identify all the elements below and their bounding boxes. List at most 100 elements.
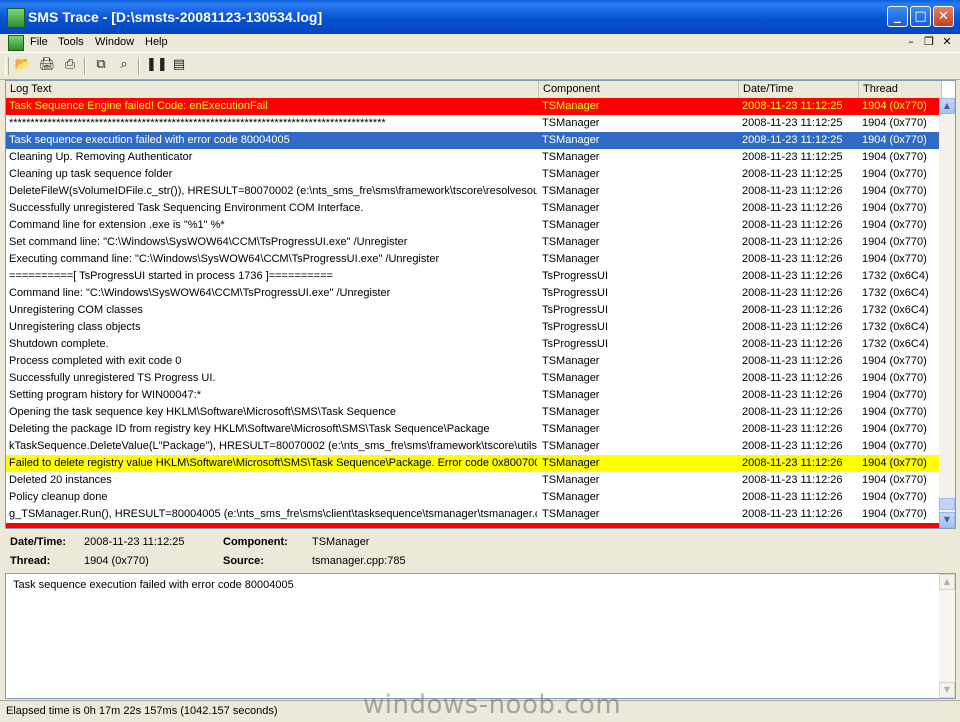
log-grid[interactable]: Log Text Component Date/Time Thread Task… <box>5 80 956 529</box>
copy-icon[interactable]: ⧉ <box>92 56 110 74</box>
log-row[interactable] <box>6 523 939 528</box>
scroll-down-button[interactable]: ▼ <box>939 512 955 528</box>
toolbar: 📂 🖨 ⎙ ⧉ ⌕ ❚❚ ▤ <box>0 52 960 80</box>
menu-window[interactable]: Window <box>95 36 134 48</box>
log-row[interactable]: Unregistering COM classes TsProgressUI 200… <box>6 302 939 319</box>
mdi-minimize-button[interactable]: – <box>904 35 918 48</box>
minimize-button[interactable]: _ <box>887 6 908 27</box>
log-row[interactable]: ****************************************… <box>6 115 939 132</box>
window-title: SMS Trace - [D:\smsts-20081123-130534.lo… <box>28 9 323 25</box>
log-row[interactable]: ==========[ TsProgressUI started in proc… <box>6 268 939 285</box>
log-text-cell: ==========[ TsProgressUI started in proc… <box>9 270 333 282</box>
log-rows: Task Sequence Engine failed! Code: enExe… <box>6 98 939 528</box>
toolbar-grip[interactable] <box>5 57 9 75</box>
datetime-cell: 2008-11-23 11:12:26 <box>742 321 843 333</box>
component-cell: TSManager <box>542 117 600 129</box>
thread-cell: 1904 (0x770) <box>862 389 927 401</box>
log-text-cell: Policy cleanup done <box>9 491 108 503</box>
log-text-cell: Setting program history for WIN00047:* <box>9 389 201 401</box>
datetime-cell: 2008-11-23 11:12:26 <box>742 508 843 520</box>
log-row[interactable]: Task Sequence Engine failed! Code: enExe… <box>6 98 939 115</box>
log-row[interactable]: Setting program history for WIN00047:* TS… <box>6 387 939 404</box>
log-row[interactable]: Opening the task sequence key HKLM\Softw… <box>6 404 939 421</box>
log-row[interactable]: Deleted 20 instances TSManager 2008-11-23 … <box>6 472 939 489</box>
log-row[interactable]: Executing command line: "C:\Windows\SysW… <box>6 251 939 268</box>
log-row[interactable]: Failed to delete registry value HKLM\Sof… <box>6 455 939 472</box>
highlight-icon[interactable]: ▤ <box>170 56 188 74</box>
log-row[interactable]: Successfully unregistered TS Progress UI… <box>6 370 939 387</box>
log-row[interactable]: Deleting the package ID from registry ke… <box>6 421 939 438</box>
menu-tools[interactable]: Tools <box>58 36 84 48</box>
column-header-log-text[interactable]: Log Text <box>6 81 539 98</box>
message-box[interactable]: Task sequence execution failed with erro… <box>5 573 956 699</box>
component-cell: TSManager <box>542 389 600 401</box>
component-cell: TSManager <box>542 236 600 248</box>
print-preview-icon[interactable]: 🖨 <box>38 56 56 74</box>
log-text-cell: g_TSManager.Run(), HRESULT=80004005 (e:\… <box>9 508 537 520</box>
log-text-cell: Shutdown complete. <box>9 338 109 350</box>
datetime-cell: 2008-11-23 11:12:26 <box>742 372 843 384</box>
watermark: windows-noob.com <box>363 690 622 720</box>
log-row[interactable]: Task sequence execution failed with erro… <box>6 132 939 149</box>
component-cell: TSManager <box>542 474 600 486</box>
scroll-thumb[interactable] <box>939 498 955 510</box>
log-row[interactable]: Unregistering class objects TsProgressUI 2… <box>6 319 939 336</box>
datetime-cell: 2008-11-23 11:12:26 <box>742 491 843 503</box>
log-row[interactable]: Cleaning Up. Removing Authenticator TSMan… <box>6 149 939 166</box>
log-row[interactable]: Successfully unregistered Task Sequencin… <box>6 200 939 217</box>
log-row[interactable]: Command line: "C:\Windows\SysWOW64\CCM\T… <box>6 285 939 302</box>
thread-cell: 1904 (0x770) <box>862 202 927 214</box>
component-cell: TSManager <box>542 406 600 418</box>
document-icon[interactable] <box>8 35 24 51</box>
grid-scrollbar[interactable]: ▲ ▼ <box>939 98 955 528</box>
log-row[interactable]: kTaskSequence.DeleteValue(L"Package"), H… <box>6 438 939 455</box>
message-scrollbar[interactable]: ▲ ▼ <box>939 574 955 698</box>
datetime-label: Date/Time: <box>10 536 67 548</box>
component-cell: TSManager <box>542 457 600 469</box>
datetime-cell: 2008-11-23 11:12:26 <box>742 304 843 316</box>
maximize-button[interactable]: □ <box>910 6 931 27</box>
log-row[interactable]: g_TSManager.Run(), HRESULT=80004005 (e:\… <box>6 506 939 523</box>
menu-file[interactable]: File <box>30 36 48 48</box>
datetime-cell: 2008-11-23 11:12:26 <box>742 219 843 231</box>
column-header-datetime[interactable]: Date/Time <box>739 81 859 98</box>
datetime-cell: 2008-11-23 11:12:26 <box>742 389 843 401</box>
datetime-cell: 2008-11-23 11:12:25 <box>742 117 843 129</box>
log-row[interactable]: DeleteFileW(sVolumeIDFile.c_str()), HRES… <box>6 183 939 200</box>
message-scroll-up-button[interactable]: ▲ <box>939 574 955 590</box>
component-cell: TSManager <box>542 423 600 435</box>
log-row[interactable]: Cleaning up task sequence folder TSManage… <box>6 166 939 183</box>
mdi-close-button[interactable]: ✕ <box>940 35 954 48</box>
message-text: Task sequence execution failed with erro… <box>13 579 294 591</box>
log-row[interactable]: Policy cleanup done TSManager 2008-11-23 1… <box>6 489 939 506</box>
find-icon[interactable]: ⌕ <box>115 56 133 74</box>
log-row[interactable]: Command line for extension .exe is "%1" … <box>6 217 939 234</box>
menu-bar: File Tools Window Help – ❐ ✕ <box>0 34 960 52</box>
thread-cell: 1904 (0x770) <box>862 508 927 520</box>
component-cell: TSManager <box>542 508 600 520</box>
log-text-cell: Successfully unregistered TS Progress UI… <box>9 372 216 384</box>
mdi-restore-button[interactable]: ❐ <box>922 35 936 48</box>
component-cell: TSManager <box>542 168 600 180</box>
column-header-thread[interactable]: Thread <box>859 81 942 98</box>
open-icon[interactable]: 📂 <box>14 56 32 74</box>
datetime-cell: 2008-11-23 11:12:26 <box>742 185 843 197</box>
datetime-cell: 2008-11-23 11:12:25 <box>742 151 843 163</box>
pause-icon[interactable]: ❚❚ <box>146 56 168 74</box>
log-text-cell: Deleted 20 instances <box>9 474 112 486</box>
log-text-cell: Task sequence execution failed with erro… <box>9 134 290 146</box>
component-cell: TsProgressUI <box>542 287 609 299</box>
log-row[interactable]: Shutdown complete. TsProgressUI 2008-11-23… <box>6 336 939 353</box>
app-icon[interactable] <box>7 8 25 28</box>
message-scroll-down-button[interactable]: ▼ <box>939 682 955 698</box>
thread-cell: 1904 (0x770) <box>862 100 927 112</box>
close-button[interactable]: ✕ <box>933 6 954 27</box>
log-row[interactable]: Set command line: "C:\Windows\SysWOW64\C… <box>6 234 939 251</box>
source-value: tsmanager.cpp:785 <box>312 555 406 567</box>
print-icon[interactable]: ⎙ <box>61 56 79 74</box>
scroll-up-button[interactable]: ▲ <box>939 98 955 114</box>
log-row[interactable]: Process completed with exit code 0 TSMana… <box>6 353 939 370</box>
thread-cell: 1904 (0x770) <box>862 355 927 367</box>
column-header-component[interactable]: Component <box>539 81 739 98</box>
menu-help[interactable]: Help <box>145 36 168 48</box>
